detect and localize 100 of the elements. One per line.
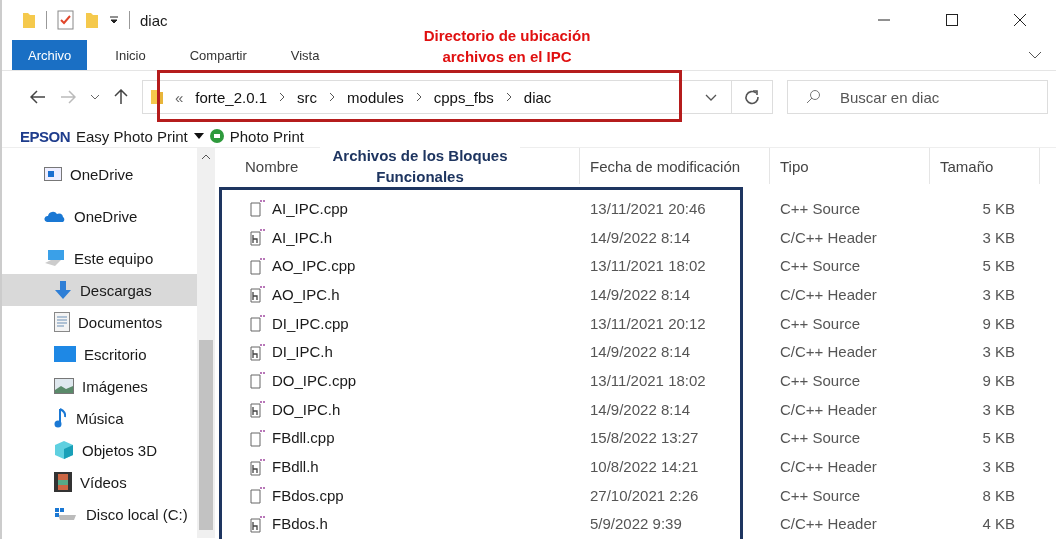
checklist-icon[interactable]: [57, 10, 75, 30]
column-header[interactable]: Fecha de modificación: [590, 157, 741, 175]
breadcrumb[interactable]: forte_2.0.1: [195, 88, 268, 106]
table-cell-text: 15/8/2022 13:27: [589, 429, 700, 447]
table-cell-text: C++ Source: [779, 199, 862, 217]
table-cell-text: 9 KB: [981, 314, 1015, 332]
chevron-right-icon[interactable]: [279, 92, 286, 102]
address-bar[interactable]: « forte_2.0.1 src modules cpps_fbs diac: [142, 80, 732, 114]
column-header[interactable]: Tipo: [780, 157, 809, 175]
sidebar-item[interactable]: Disco local (C:): [2, 498, 197, 530]
table-cell-text: 5 KB: [981, 199, 1015, 217]
sidebar-item[interactable]: Música: [2, 402, 197, 434]
sidebar-item[interactable]: Este equipo: [2, 242, 197, 274]
brand-label: EPSON: [20, 127, 70, 145]
file-name[interactable]: FBdll.h: [272, 458, 319, 476]
breadcrumb[interactable]: cpps_fbs: [433, 88, 494, 106]
dropdown-icon[interactable]: [109, 15, 119, 25]
sidebar-item[interactable]: Objetos 3D: [2, 434, 197, 466]
chevron-down-icon[interactable]: [1028, 51, 1042, 59]
dropdown-icon[interactable]: [193, 133, 204, 139]
table-cell-text: 5/9/2022 9:39: [589, 515, 683, 533]
file-name[interactable]: AO_IPC.cpp: [272, 257, 356, 275]
back-arrow-icon[interactable]: [30, 90, 46, 104]
scrollbar-thumb[interactable]: [199, 340, 213, 530]
source-file-icon: [250, 371, 266, 390]
chevron-right-icon[interactable]: [505, 92, 512, 102]
window-title: diac: [140, 11, 168, 29]
cloud-icon: [44, 210, 66, 222]
table-cell-text: C/C++ Header: [779, 285, 878, 303]
column-header[interactable]: Tamaño: [940, 157, 994, 175]
sidebar-item[interactable]: Vídeos: [2, 466, 197, 498]
chevron-right-icon[interactable]: [329, 92, 336, 102]
table-cell-text: C/C++ Header: [779, 458, 878, 476]
close-icon[interactable]: [1014, 14, 1026, 26]
file-name[interactable]: FBdll.cpp: [272, 429, 335, 447]
table-cell-text: 14/9/2022 8:14: [589, 400, 692, 418]
table-cell-text: C++ Source: [779, 486, 862, 504]
chevron-right-icon[interactable]: [415, 92, 422, 102]
table-cell-text: 14/9/2022 8:14: [589, 228, 692, 246]
table-cell-text: 3 KB: [981, 285, 1015, 303]
overflow-chevron[interactable]: «: [175, 88, 184, 106]
header-file-icon: [250, 342, 266, 361]
table-cell-text: C/C++ Header: [779, 343, 878, 361]
ribbon-tab[interactable]: Compartir: [173, 40, 263, 70]
table-cell-text: C/C++ Header: [779, 400, 878, 418]
table-cell-text: C/C++ Header: [779, 515, 878, 533]
table-cell-text: 10/8/2022 14:21: [589, 458, 700, 476]
chevron-down-icon[interactable]: [705, 93, 717, 101]
table-cell-text: 8 KB: [981, 486, 1015, 504]
maximize-icon[interactable]: [946, 14, 958, 26]
table-cell-text: 3 KB: [981, 343, 1015, 361]
source-file-icon: [250, 486, 266, 505]
up-arrow-icon[interactable]: [114, 89, 128, 105]
file-name[interactable]: DI_IPC.cpp: [272, 314, 349, 332]
file-name[interactable]: FBdos.cpp: [272, 486, 344, 504]
file-name[interactable]: FBdos.h: [272, 515, 328, 533]
table-cell-text: 3 KB: [981, 458, 1015, 476]
table-cell-text: 5 KB: [981, 257, 1015, 275]
film-strip-icon: [54, 472, 72, 492]
file-name[interactable]: DO_IPC.h: [272, 400, 341, 418]
sidebar-item[interactable]: OneDrive: [2, 158, 197, 190]
chevron-down-icon[interactable]: [90, 94, 100, 100]
column-header[interactable]: Nombre: [245, 157, 299, 175]
breadcrumb[interactable]: diac: [523, 88, 552, 106]
file-name[interactable]: DO_IPC.cpp: [272, 371, 357, 389]
file-name[interactable]: AI_IPC.cpp: [272, 199, 348, 217]
table-cell-text: 4 KB: [981, 515, 1015, 533]
desktop-icon: [54, 346, 76, 362]
ribbon-tab[interactable]: Archivo: [12, 40, 88, 70]
file-name[interactable]: AI_IPC.h: [272, 228, 333, 246]
table-cell-text: 9 KB: [981, 371, 1015, 389]
computer-icon: [44, 249, 66, 267]
file-name[interactable]: DI_IPC.h: [272, 343, 333, 361]
sidebar-item[interactable]: Escritorio: [2, 338, 197, 370]
photo-print-button[interactable]: Photo Print: [229, 127, 304, 145]
breadcrumb[interactable]: modules: [347, 88, 404, 106]
table-cell-text: 14/9/2022 8:14: [589, 285, 692, 303]
header-file-icon: [250, 457, 266, 476]
sidebar-item[interactable]: Imágenes: [2, 370, 197, 402]
table-cell-text: C++ Source: [779, 314, 862, 332]
file-name[interactable]: AO_IPC.h: [272, 285, 340, 303]
landscape-image-icon: [54, 378, 74, 394]
download-arrow-icon: [54, 281, 72, 299]
table-cell-text: C++ Source: [779, 429, 862, 447]
ribbon-tab[interactable]: Inicio: [99, 40, 162, 70]
window-icon: [44, 167, 62, 181]
sidebar-item[interactable]: OneDrive: [2, 200, 197, 232]
sidebar-item[interactable]: Descargas: [2, 274, 197, 306]
ribbon-tab[interactable]: Vista: [274, 40, 336, 70]
refresh-button[interactable]: [731, 80, 773, 114]
search-field[interactable]: Buscar en diac: [787, 80, 1048, 114]
printer-icon[interactable]: [209, 129, 224, 143]
table-cell-text: C++ Source: [779, 371, 862, 389]
folder-icon: [151, 89, 163, 105]
refresh-icon: [744, 89, 760, 105]
sidebar-item[interactable]: Documentos: [2, 306, 197, 338]
easy-photo-print-button[interactable]: Easy Photo Print: [76, 127, 188, 145]
source-file-icon: [250, 428, 266, 447]
breadcrumb[interactable]: src: [297, 88, 318, 106]
scroll-up-icon[interactable]: [201, 154, 211, 160]
